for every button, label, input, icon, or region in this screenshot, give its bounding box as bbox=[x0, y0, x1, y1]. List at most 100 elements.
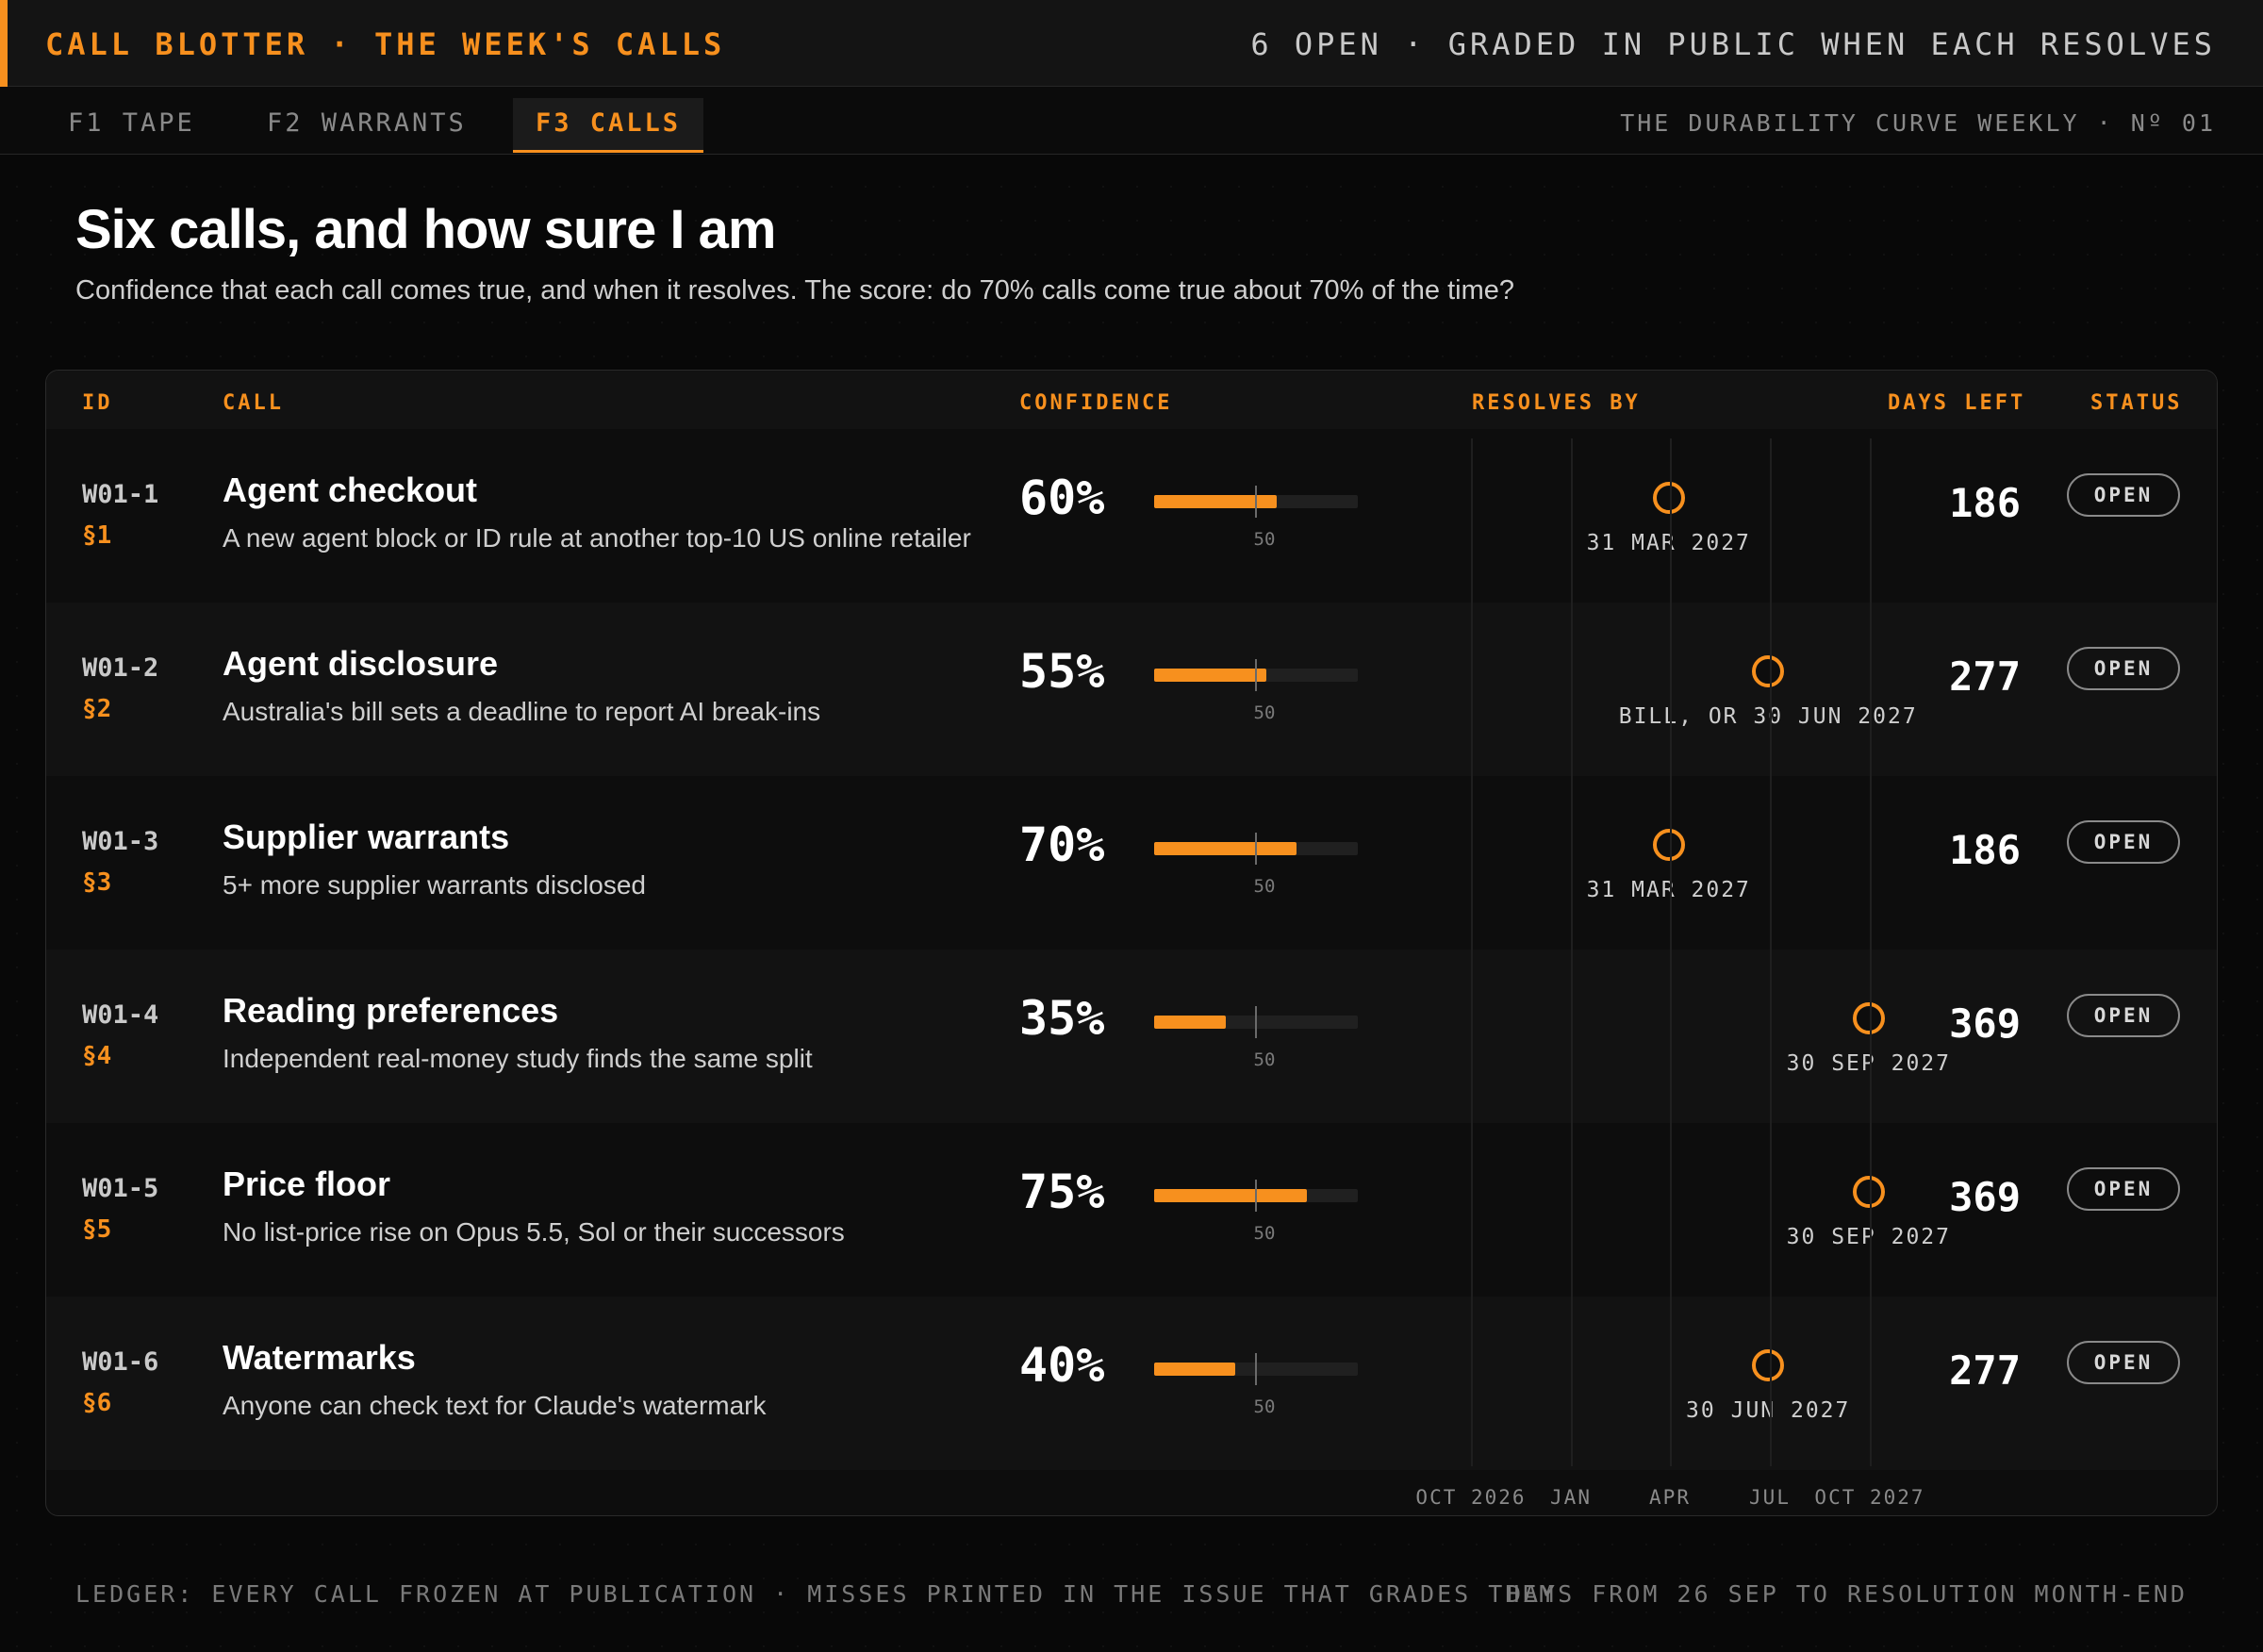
axis-label-oct-2026: OCT 2026 bbox=[1415, 1486, 1527, 1509]
top-bar: CALL BLOTTER · THE WEEK'S CALLS 6 OPEN ·… bbox=[0, 0, 2263, 87]
resolution-date: 30 SEP 2027 bbox=[1786, 1051, 1951, 1076]
confidence-bar bbox=[1154, 1006, 1358, 1038]
resolution-marker bbox=[1652, 829, 1685, 861]
section-link[interactable]: §2 bbox=[82, 695, 111, 723]
section-link[interactable]: §3 bbox=[82, 868, 111, 897]
status-badge: OPEN bbox=[2067, 1341, 2180, 1384]
confidence-value: 40% bbox=[1019, 1338, 1105, 1393]
section-link[interactable]: §6 bbox=[82, 1389, 111, 1417]
resolution-marker bbox=[1752, 655, 1785, 687]
section-link[interactable]: §5 bbox=[82, 1215, 111, 1244]
days-left: 277 bbox=[1949, 653, 2021, 700]
call-id: W01-3 bbox=[82, 827, 159, 856]
col-header-confidence: CONFIDENCE bbox=[1019, 391, 1173, 415]
confidence-value: 55% bbox=[1019, 644, 1105, 699]
call-description: 5+ more supplier warrants disclosed bbox=[223, 870, 646, 900]
col-header-resolves-by: RESOLVES BY bbox=[1472, 391, 1641, 415]
confidence-midpoint-mark bbox=[1255, 1180, 1257, 1212]
confidence-midpoint-mark bbox=[1255, 486, 1257, 518]
table-row[interactable]: W01-1 §1 Agent checkout A new agent block o… bbox=[46, 429, 2217, 603]
call-title: Supplier warrants bbox=[223, 818, 510, 856]
confidence-midpoint-label: 50 bbox=[1253, 876, 1276, 897]
axis-label-jan: JAN bbox=[1550, 1486, 1592, 1509]
confidence-midpoint-label: 50 bbox=[1253, 1223, 1276, 1244]
call-id: W01-2 bbox=[82, 653, 159, 683]
axis-label-jul: JUL bbox=[1749, 1486, 1791, 1509]
tab-tape[interactable]: F1 TAPE bbox=[45, 98, 218, 153]
confidence-bar bbox=[1154, 1180, 1358, 1212]
tab-calls[interactable]: F3 CALLS bbox=[513, 98, 704, 153]
table-row[interactable]: W01-3 §3 Supplier warrants 5+ more supplier… bbox=[46, 776, 2217, 950]
status-badge: OPEN bbox=[2067, 994, 2180, 1037]
confidence-bar bbox=[1154, 1353, 1358, 1385]
tab-bar: F1 TAPE F2 WARRANTS F3 CALLS THE DURABIL… bbox=[0, 87, 2263, 155]
resolution-date: 30 JUN 2027 bbox=[1686, 1398, 1851, 1423]
confidence-value: 60% bbox=[1019, 471, 1105, 525]
col-header-id: ID bbox=[82, 391, 113, 415]
page-subtitle: Confidence that each call comes true, an… bbox=[75, 275, 1515, 306]
call-title: Reading preferences bbox=[223, 991, 559, 1030]
accent-edge bbox=[0, 0, 8, 87]
confidence-midpoint-mark bbox=[1255, 1353, 1257, 1385]
resolution-marker bbox=[1752, 1349, 1785, 1381]
col-header-call: CALL bbox=[223, 391, 284, 415]
days-left: 277 bbox=[1949, 1347, 2021, 1394]
footer-days-note: DAYS FROM 26 SEP TO RESOLUTION MONTH-END bbox=[1506, 1580, 2188, 1608]
section-link[interactable]: §1 bbox=[82, 521, 111, 550]
call-title: Agent checkout bbox=[223, 471, 478, 509]
call-id: W01-4 bbox=[82, 1000, 159, 1030]
resolution-date: 31 MAR 2027 bbox=[1586, 878, 1751, 902]
call-title: Watermarks bbox=[223, 1338, 416, 1377]
call-title: Price floor bbox=[223, 1165, 391, 1203]
tab-warrants[interactable]: F2 WARRANTS bbox=[244, 98, 489, 153]
call-description: No list-price rise on Opus 5.5, Sol or t… bbox=[223, 1217, 845, 1247]
page-title: Six calls, and how sure I am bbox=[75, 199, 776, 260]
days-left: 186 bbox=[1949, 827, 2021, 873]
section-link[interactable]: §4 bbox=[82, 1042, 111, 1070]
confidence-bar-fill bbox=[1154, 495, 1277, 508]
resolution-marker bbox=[1852, 1002, 1885, 1034]
confidence-bar-fill bbox=[1154, 1016, 1226, 1029]
resolution-marker bbox=[1852, 1176, 1885, 1208]
days-left: 369 bbox=[1949, 1000, 2021, 1047]
axis-label-apr: APR bbox=[1649, 1486, 1691, 1509]
confidence-value: 70% bbox=[1019, 818, 1105, 872]
call-description: Independent real-money study finds the s… bbox=[223, 1044, 813, 1073]
call-id: W01-1 bbox=[82, 480, 159, 509]
status-badge: OPEN bbox=[2067, 820, 2180, 864]
call-id: W01-6 bbox=[82, 1347, 159, 1377]
col-header-status: STATUS bbox=[2090, 391, 2183, 415]
confidence-value: 35% bbox=[1019, 991, 1105, 1046]
days-left: 369 bbox=[1949, 1174, 2021, 1220]
confidence-midpoint-label: 50 bbox=[1253, 529, 1276, 550]
table-row[interactable]: W01-6 §6 Watermarks Anyone can check text f… bbox=[46, 1297, 2217, 1470]
confidence-bar-fill bbox=[1154, 842, 1297, 855]
table-row[interactable]: W01-2 §2 Agent disclosure Australia's bill … bbox=[46, 603, 2217, 776]
calls-table: ID CALL CONFIDENCE RESOLVES BY DAYS LEFT… bbox=[45, 370, 2218, 1516]
confidence-bar-fill bbox=[1154, 669, 1266, 682]
call-description: Australia's bill sets a deadline to repo… bbox=[223, 697, 821, 726]
table-row[interactable]: W01-4 §4 Reading preferences Independent re… bbox=[46, 950, 2217, 1123]
confidence-midpoint-label: 50 bbox=[1253, 1049, 1276, 1070]
open-status-summary: 6 OPEN · GRADED IN PUBLIC WHEN EACH RESO… bbox=[1250, 26, 2216, 62]
call-description: Anyone can check text for Claude's water… bbox=[223, 1391, 767, 1420]
axis-label-oct-2027: OCT 2027 bbox=[1814, 1486, 1925, 1509]
resolution-date: BILL, OR 30 JUN 2027 bbox=[1618, 704, 1918, 729]
footer-ledger-note: LEDGER: EVERY CALL FROZEN AT PUBLICATION… bbox=[75, 1580, 1557, 1608]
resolution-date: 30 SEP 2027 bbox=[1786, 1225, 1951, 1249]
days-left: 186 bbox=[1949, 480, 2021, 526]
status-badge: OPEN bbox=[2067, 473, 2180, 517]
confidence-bar-fill bbox=[1154, 1363, 1236, 1376]
confidence-bar-fill bbox=[1154, 1189, 1307, 1202]
table-row[interactable]: W01-5 §5 Price floor No list-price rise on … bbox=[46, 1123, 2217, 1297]
status-badge: OPEN bbox=[2067, 1167, 2180, 1211]
col-header-days-left: DAYS LEFT bbox=[1888, 391, 2026, 415]
call-description: A new agent block or ID rule at another … bbox=[223, 523, 971, 553]
call-id: W01-5 bbox=[82, 1174, 159, 1203]
resolution-marker bbox=[1652, 482, 1685, 514]
app-title: CALL BLOTTER · THE WEEK'S CALLS bbox=[45, 26, 726, 62]
status-badge: OPEN bbox=[2067, 647, 2180, 690]
resolution-date: 31 MAR 2027 bbox=[1586, 531, 1751, 555]
issue-label: THE DURABILITY CURVE WEEKLY · Nº 01 bbox=[1620, 109, 2216, 137]
confidence-bar bbox=[1154, 659, 1358, 691]
